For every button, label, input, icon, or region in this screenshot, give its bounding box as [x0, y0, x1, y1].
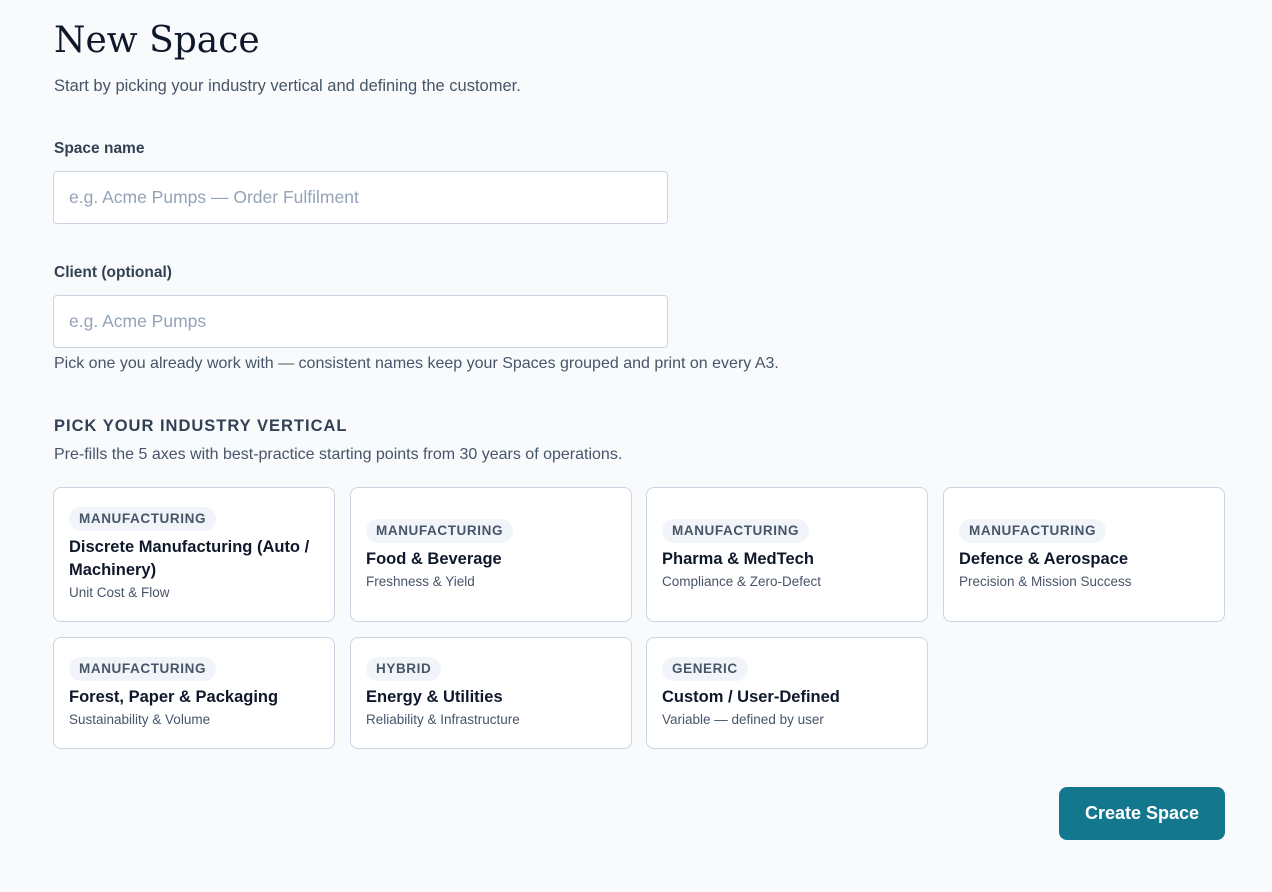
client-input[interactable]	[53, 295, 668, 348]
vertical-card-defence-aerospace[interactable]: MANUFACTURING Defence & Aerospace Precis…	[943, 487, 1225, 622]
vertical-badge: GENERIC	[662, 657, 748, 681]
vertical-title: Pharma & MedTech	[662, 549, 814, 568]
vertical-badge: MANUFACTURING	[69, 657, 217, 681]
vertical-subtitle: Compliance & Zero-Defect	[662, 573, 822, 589]
vertical-card-food-beverage[interactable]: MANUFACTURING Food & Beverage Freshness …	[350, 487, 632, 622]
vertical-card-forest-paper-packaging[interactable]: MANUFACTURING Forest, Paper & Packaging …	[53, 637, 335, 749]
vertical-subtitle: Reliability & Infrastructure	[366, 712, 520, 727]
client-help-text: Pick one you already work with — consist…	[54, 355, 779, 372]
vertical-subtitle: Sustainability & Volume	[69, 712, 211, 727]
vertical-card-discrete-manufacturing[interactable]: MANUFACTURING Discrete Manufacturing (Au…	[53, 487, 335, 622]
vertical-section-heading: PICK YOUR INDUSTRY VERTICAL	[54, 417, 348, 435]
vertical-title: Food & Beverage	[366, 549, 502, 568]
vertical-subtitle: Unit Cost & Flow	[69, 585, 170, 600]
vertical-badge: MANUFACTURING	[959, 518, 1107, 543]
vertical-card-pharma-medtech[interactable]: MANUFACTURING Pharma & MedTech Complianc…	[646, 487, 928, 622]
vertical-badge: HYBRID	[366, 657, 442, 681]
vertical-card-energy-utilities[interactable]: HYBRID Energy & Utilities Reliability & …	[350, 637, 632, 749]
vertical-subtitle: Variable — defined by user	[662, 712, 824, 727]
vertical-badge: MANUFACTURING	[69, 507, 217, 531]
vertical-badge: MANUFACTURING	[662, 518, 810, 543]
vertical-title: Energy & Utilities	[366, 688, 503, 706]
create-space-button[interactable]: Create Space	[1059, 787, 1225, 840]
vertical-title: Custom / User-Defined	[662, 688, 840, 706]
page-subtitle: Start by picking your industry vertical …	[54, 77, 521, 95]
space-name-input[interactable]	[53, 171, 668, 224]
vertical-card-custom-user-defined[interactable]: GENERIC Custom / User-Defined Variable —…	[646, 637, 928, 749]
page-title: New Space	[54, 20, 260, 61]
client-label: Client (optional)	[54, 264, 172, 281]
vertical-badge: MANUFACTURING	[366, 518, 514, 543]
vertical-subtitle: Freshness & Yield	[366, 573, 475, 589]
space-name-label: Space name	[54, 140, 145, 157]
vertical-subtitle: Precision & Mission Success	[959, 573, 1132, 589]
vertical-title: Discrete Manufacturing (Auto / Machinery…	[69, 538, 310, 579]
vertical-section-subtitle: Pre-fills the 5 axes with best-practice …	[54, 446, 623, 463]
vertical-title: Defence & Aerospace	[959, 549, 1129, 568]
vertical-title: Forest, Paper & Packaging	[69, 688, 279, 706]
